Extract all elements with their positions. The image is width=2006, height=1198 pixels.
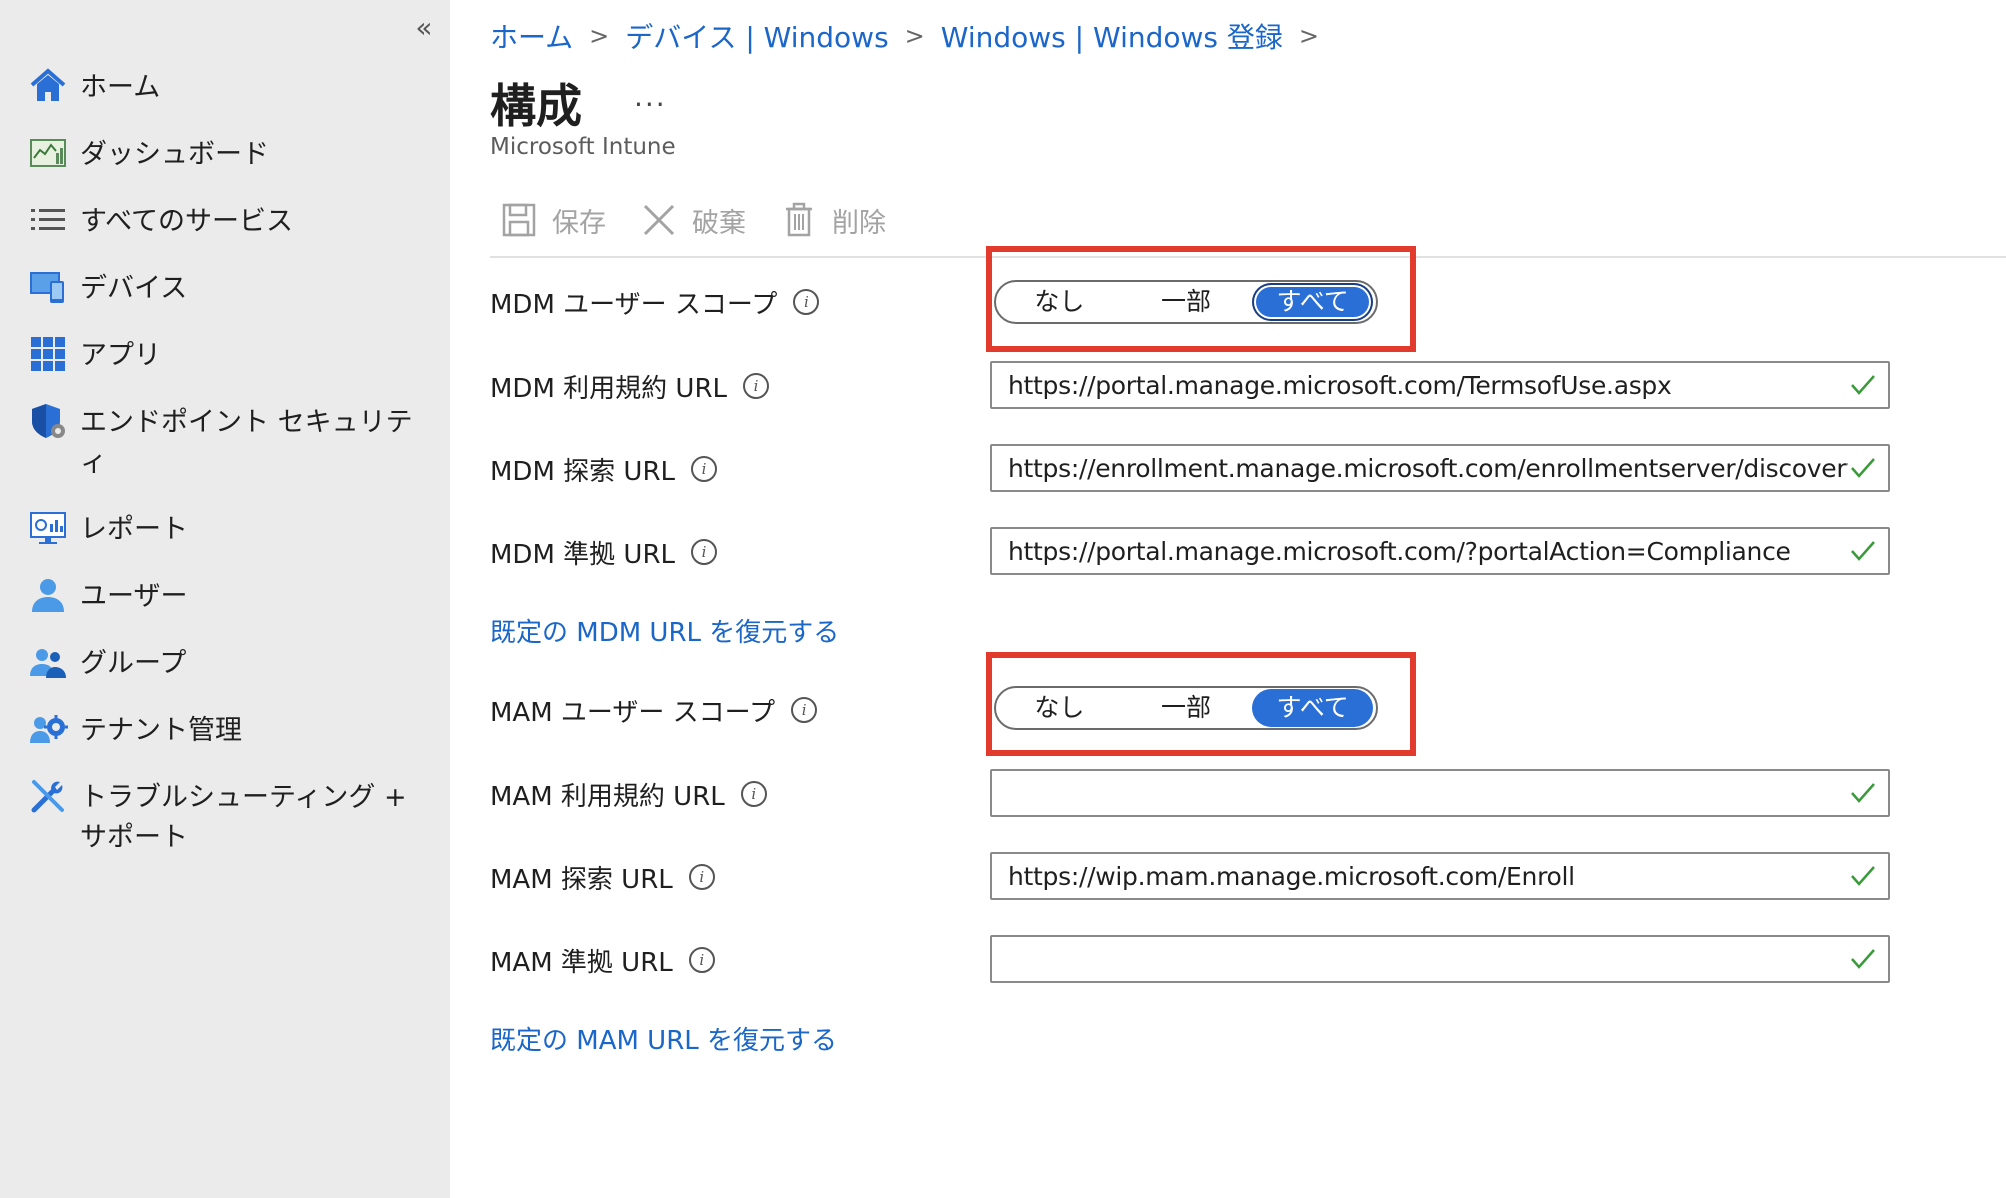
- delete-label: 削除: [832, 207, 886, 239]
- discard-label: 破棄: [692, 207, 746, 239]
- breadcrumb-windows-enrollment[interactable]: Windows | Windows 登録: [941, 16, 1283, 56]
- discard-button[interactable]: 破棄: [640, 201, 746, 240]
- mdm-user-scope-label: MDM ユーザー スコープ i: [490, 282, 820, 322]
- info-icon[interactable]: i: [743, 373, 769, 399]
- scope-option-none[interactable]: なし: [999, 283, 1120, 321]
- apps-grid-icon: [28, 334, 68, 374]
- mdm-discovery-url-label: MDM 探索 URL i: [490, 449, 717, 489]
- sidebar-item-apps[interactable]: アプリ: [28, 336, 418, 376]
- save-icon: [502, 203, 536, 237]
- close-icon: [643, 204, 675, 236]
- mdm-compliance-url-label: MDM 準拠 URL i: [490, 532, 717, 572]
- collapse-sidebar-button[interactable]: «: [410, 10, 438, 46]
- breadcrumb-separator: >: [589, 22, 610, 50]
- sidebar-item-reports[interactable]: レポート: [28, 510, 418, 550]
- scope-option-none[interactable]: なし: [999, 689, 1120, 727]
- mdm-discovery-url-field[interactable]: https://enrollment.manage.microsoft.com/…: [990, 444, 1890, 492]
- checkmark-icon: [1851, 458, 1875, 478]
- reports-icon: [28, 508, 68, 548]
- restore-default-mam-urls-link[interactable]: 既定の MAM URL を復元する: [490, 1020, 837, 1057]
- mdm-discovery-url-value[interactable]: https://enrollment.manage.microsoft.com/…: [992, 454, 1848, 483]
- sidebar: « ホーム ダッシュボード すべてのサービス デバイス アプリ エンドポイント …: [0, 0, 450, 1198]
- breadcrumb-home[interactable]: ホーム: [490, 16, 573, 56]
- breadcrumb-devices-windows[interactable]: デバイス | Windows: [625, 16, 888, 56]
- page-title: 構成: [490, 79, 582, 133]
- info-icon[interactable]: i: [793, 289, 820, 315]
- delete-button[interactable]: 削除: [780, 201, 886, 240]
- info-icon[interactable]: i: [688, 947, 715, 973]
- mam-compliance-url-label: MAM 準拠 URL i: [490, 940, 715, 980]
- devices-icon: [28, 267, 68, 307]
- sidebar-item-tenant-admin[interactable]: テナント管理: [28, 711, 418, 751]
- page-subtitle: Microsoft Intune: [490, 134, 676, 160]
- mam-discovery-url-label: MAM 探索 URL i: [490, 857, 715, 897]
- sidebar-item-users[interactable]: ユーザー: [28, 577, 418, 617]
- sidebar-item-home[interactable]: ホーム: [28, 68, 418, 108]
- scope-option-some[interactable]: 一部: [1126, 283, 1247, 321]
- save-button[interactable]: 保存: [500, 201, 606, 240]
- breadcrumb: ホーム > デバイス | Windows > Windows | Windows…: [490, 16, 1335, 56]
- info-icon[interactable]: i: [791, 697, 818, 723]
- mdm-terms-url-field[interactable]: https://portal.manage.microsoft.com/Term…: [990, 361, 1890, 409]
- checkmark-icon: [1851, 541, 1875, 561]
- mam-user-scope-toggle[interactable]: なし 一部 すべて: [994, 686, 1378, 730]
- checkmark-icon: [1851, 783, 1875, 803]
- tenant-admin-icon: [28, 709, 68, 749]
- scope-option-some[interactable]: 一部: [1126, 689, 1247, 727]
- group-icon: [28, 642, 68, 682]
- mam-discovery-url-field[interactable]: https://wip.mam.manage.microsoft.com/Enr…: [990, 852, 1890, 900]
- sidebar-item-troubleshooting[interactable]: トラブルシューティング + サポート: [28, 778, 418, 858]
- mdm-terms-url-label: MDM 利用規約 URL i: [490, 366, 769, 406]
- scope-option-all[interactable]: すべて: [1252, 689, 1374, 727]
- info-icon[interactable]: i: [691, 456, 717, 482]
- breadcrumb-separator: >: [904, 22, 925, 50]
- home-icon: [28, 66, 68, 106]
- sidebar-item-all-services[interactable]: すべてのサービス: [28, 202, 418, 242]
- save-label: 保存: [552, 207, 606, 239]
- command-bar: 保存 破棄 削除: [500, 196, 920, 244]
- user-icon: [28, 575, 68, 615]
- restore-default-mdm-urls-link[interactable]: 既定の MDM URL を復元する: [490, 612, 839, 649]
- dashboard-icon: [28, 133, 68, 173]
- checkmark-icon: [1851, 375, 1875, 395]
- checkmark-icon: [1851, 949, 1875, 969]
- mam-terms-url-field[interactable]: [990, 769, 1890, 817]
- mam-compliance-url-field[interactable]: [990, 935, 1890, 983]
- trash-icon: [786, 202, 812, 237]
- sidebar-item-endpoint-security[interactable]: エンドポイント セキュリティ: [28, 403, 418, 483]
- sidebar-item-devices[interactable]: デバイス: [28, 269, 418, 309]
- sidebar-item-groups[interactable]: グループ: [28, 644, 418, 684]
- info-icon[interactable]: i: [691, 539, 717, 565]
- wrench-icon: [28, 776, 68, 816]
- breadcrumb-separator: >: [1298, 22, 1320, 50]
- more-options-button[interactable]: ...: [634, 80, 667, 113]
- shield-icon: [28, 401, 68, 441]
- list-icon: [28, 200, 68, 240]
- scope-option-all[interactable]: すべて: [1252, 283, 1374, 321]
- mdm-terms-url-value[interactable]: https://portal.manage.microsoft.com/Term…: [992, 371, 1848, 400]
- mdm-compliance-url-field[interactable]: https://portal.manage.microsoft.com/?por…: [990, 527, 1890, 575]
- info-icon[interactable]: i: [740, 781, 767, 807]
- mdm-user-scope-toggle[interactable]: なし 一部 すべて: [994, 280, 1378, 324]
- mam-discovery-url-value[interactable]: https://wip.mam.manage.microsoft.com/Enr…: [992, 862, 1848, 891]
- mdm-compliance-url-value[interactable]: https://portal.manage.microsoft.com/?por…: [992, 537, 1848, 566]
- info-icon[interactable]: i: [688, 864, 715, 890]
- checkmark-icon: [1851, 866, 1875, 886]
- mam-user-scope-label: MAM ユーザー スコープ i: [490, 690, 818, 730]
- sidebar-item-dashboard[interactable]: ダッシュボード: [28, 135, 418, 175]
- mam-terms-url-label: MAM 利用規約 URL i: [490, 774, 767, 814]
